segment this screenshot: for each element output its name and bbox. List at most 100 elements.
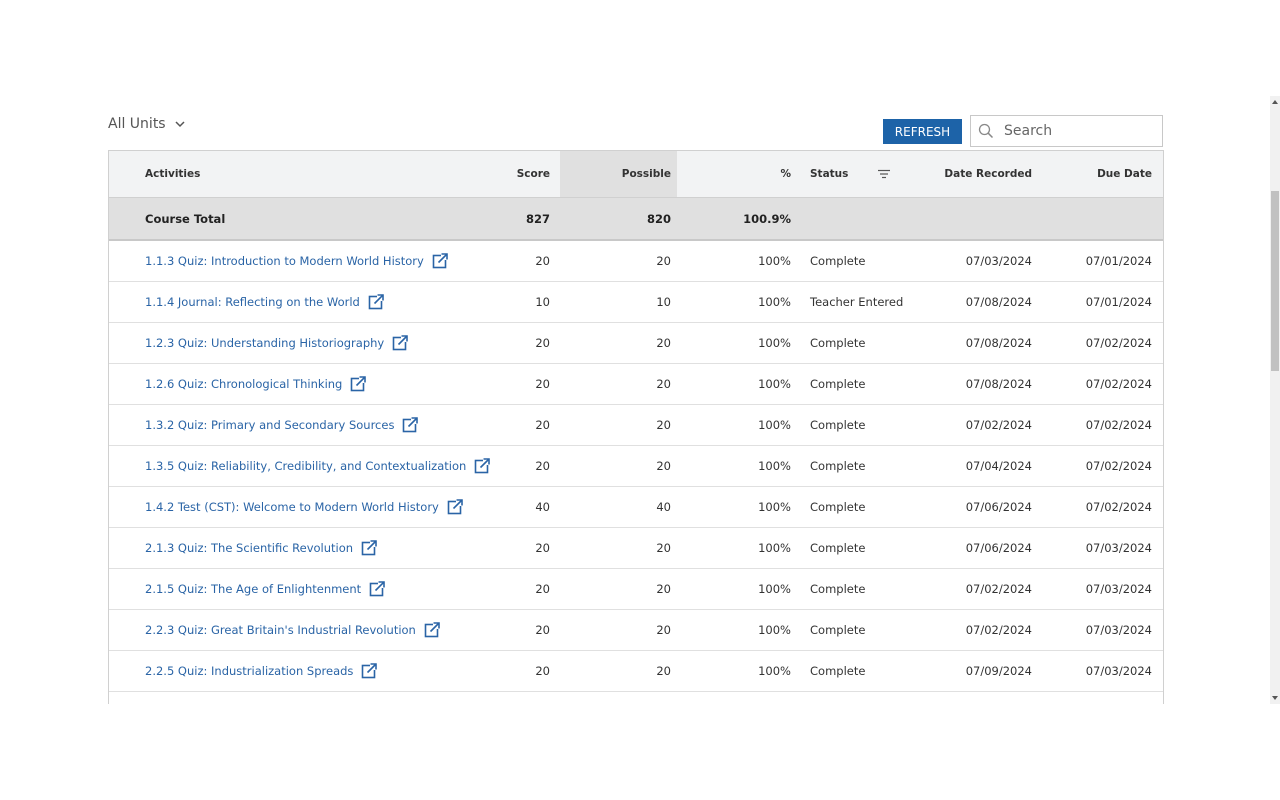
date-recorded-cell: 07/06/2024: [929, 692, 1032, 704]
due-date-cell: 07/01/2024: [1085, 295, 1152, 309]
percent-cell: 100%: [758, 336, 791, 350]
column-header-due-date[interactable]: Due Date: [1049, 151, 1152, 197]
external-link-icon[interactable]: [447, 499, 463, 515]
table-row: 1.4.2 Test (CST): Welcome to Modern Worl…: [109, 487, 1163, 528]
external-link-icon[interactable]: [392, 335, 409, 351]
external-link-icon[interactable]: [361, 663, 378, 679]
table-row: 2.1.5 Quiz: The Age of Enlightenment 20 20…: [109, 569, 1163, 610]
status-cell: Complete: [810, 459, 866, 473]
search-icon: [978, 123, 994, 139]
search-box[interactable]: [970, 115, 1163, 147]
score-cell: 20: [535, 377, 550, 391]
external-link-icon[interactable]: [361, 540, 378, 556]
scrollbar-thumb[interactable]: [1271, 191, 1279, 371]
activity-link[interactable]: 2.2.5 Quiz: Industrialization Spreads: [145, 664, 353, 678]
percent-cell: 100%: [758, 377, 791, 391]
activity-link[interactable]: 1.3.5 Quiz: Reliability, Credibility, an…: [145, 459, 466, 473]
date-recorded-cell: 07/08/2024: [965, 336, 1032, 350]
activity-cell: 1.2.6 Quiz: Chronological Thinking: [145, 364, 525, 404]
percent-cell: 100%: [758, 254, 791, 268]
course-total-possible: 820: [646, 211, 671, 226]
table-row: 2.1.3 Quiz: The Scientific Revolution 20 2…: [109, 528, 1163, 569]
status-cell: Complete: [810, 692, 920, 704]
activity-link[interactable]: 1.3.2 Quiz: Primary and Secondary Source…: [145, 418, 394, 432]
external-link-icon[interactable]: [402, 417, 419, 433]
external-link-icon[interactable]: [432, 253, 448, 269]
column-header-date-recorded[interactable]: Date Recorded: [929, 151, 1032, 197]
due-date-cell: 07/03/2024: [1085, 541, 1152, 555]
score-cell: 20: [489, 692, 550, 704]
activity-link[interactable]: 1.4.2 Test (CST): Welcome to Modern Worl…: [145, 500, 439, 514]
external-link-icon[interactable]: [368, 294, 384, 310]
due-date-cell: 07/05/2024: [1049, 692, 1152, 704]
percent-cell: 100%: [758, 623, 791, 637]
course-total-percent: 100.9%: [743, 211, 791, 226]
date-recorded-cell: 07/02/2024: [965, 623, 1032, 637]
status-cell: Complete: [810, 254, 866, 268]
possible-cell: 40: [656, 500, 671, 514]
grades-table: Activities Score Possible % Status Date …: [108, 150, 1164, 704]
activity-cell: 2.2.5 Quiz: Industrialization Spreads: [145, 651, 525, 691]
status-cell: Complete: [810, 541, 866, 555]
score-cell: 20: [535, 418, 550, 432]
chevron-down-icon: [175, 121, 185, 128]
score-cell: 20: [535, 254, 550, 268]
external-link-icon[interactable]: [474, 458, 491, 474]
activity-cell: 1.1.3 Quiz: Introduction to Modern World…: [145, 241, 525, 281]
external-link-icon[interactable]: [424, 622, 440, 638]
activity-link[interactable]: 1.1.3 Quiz: Introduction to Modern World…: [145, 254, 424, 268]
table-row: 2.2.5 Quiz: Industrialization Spreads 20 2…: [109, 651, 1163, 692]
status-cell: Complete: [810, 418, 866, 432]
status-cell: Complete: [810, 377, 866, 391]
refresh-button[interactable]: REFRESH: [883, 119, 962, 144]
possible-cell: 20: [656, 459, 671, 473]
table-row: 2.3.3 Quiz: Industrialization and the Ec…: [109, 692, 1163, 704]
status-cell: Complete: [810, 623, 866, 637]
scroll-down-arrow-icon[interactable]: [1272, 696, 1278, 700]
column-header-possible[interactable]: Possible: [560, 151, 677, 197]
table-row: 2.2.3 Quiz: Great Britain's Industrial R…: [109, 610, 1163, 651]
score-cell: 20: [535, 459, 550, 473]
percent-cell: 100%: [758, 582, 791, 596]
due-date-cell: 07/03/2024: [1085, 664, 1152, 678]
score-cell: 40: [535, 500, 550, 514]
column-header-score[interactable]: Score: [489, 151, 550, 197]
activity-link[interactable]: 2.1.3 Quiz: The Scientific Revolution: [145, 541, 353, 555]
status-filter-button[interactable]: [877, 151, 893, 197]
table-row: 1.2.3 Quiz: Understanding Historiography…: [109, 323, 1163, 364]
column-header-activities[interactable]: Activities: [145, 151, 525, 197]
filter-icon: [878, 169, 890, 179]
activity-cell: 1.1.4 Journal: Reflecting on the World: [145, 282, 525, 322]
column-header-status[interactable]: Status: [810, 151, 920, 197]
date-recorded-cell: 07/02/2024: [965, 582, 1032, 596]
possible-cell: 20: [656, 336, 671, 350]
percent-cell: 100%: [758, 541, 791, 555]
activity-link[interactable]: 2.1.5 Quiz: The Age of Enlightenment: [145, 582, 361, 596]
date-recorded-cell: 07/02/2024: [965, 418, 1032, 432]
table-header-row: Activities Score Possible % Status Date …: [109, 151, 1163, 198]
possible-cell: 20: [656, 377, 671, 391]
column-header-percent[interactable]: %: [677, 151, 791, 197]
page-scrollbar[interactable]: [1270, 96, 1280, 704]
score-cell: 20: [535, 582, 550, 596]
scroll-up-arrow-icon[interactable]: [1272, 100, 1278, 104]
search-input[interactable]: [1002, 122, 1156, 140]
external-link-icon[interactable]: [350, 376, 367, 392]
external-link-icon[interactable]: [369, 581, 386, 597]
status-cell: Complete: [810, 664, 866, 678]
activity-link[interactable]: 2.2.3 Quiz: Great Britain's Industrial R…: [145, 623, 416, 637]
due-date-cell: 07/02/2024: [1085, 500, 1152, 514]
percent-cell: 100%: [677, 692, 791, 704]
course-total-row: Course Total 827 820 100.9%: [109, 198, 1163, 241]
activity-cell: 2.1.3 Quiz: The Scientific Revolution: [145, 528, 525, 568]
activity-link[interactable]: 1.1.4 Journal: Reflecting on the World: [145, 295, 360, 309]
activity-link[interactable]: 1.2.6 Quiz: Chronological Thinking: [145, 377, 342, 391]
status-cell: Complete: [810, 336, 866, 350]
due-date-cell: 07/02/2024: [1085, 336, 1152, 350]
unit-filter-dropdown[interactable]: All Units: [108, 116, 185, 132]
course-total-label: Course Total: [145, 211, 226, 226]
activity-link[interactable]: 1.2.3 Quiz: Understanding Historiography: [145, 336, 384, 350]
possible-cell: 20: [656, 418, 671, 432]
score-cell: 10: [535, 295, 550, 309]
due-date-cell: 07/02/2024: [1085, 377, 1152, 391]
